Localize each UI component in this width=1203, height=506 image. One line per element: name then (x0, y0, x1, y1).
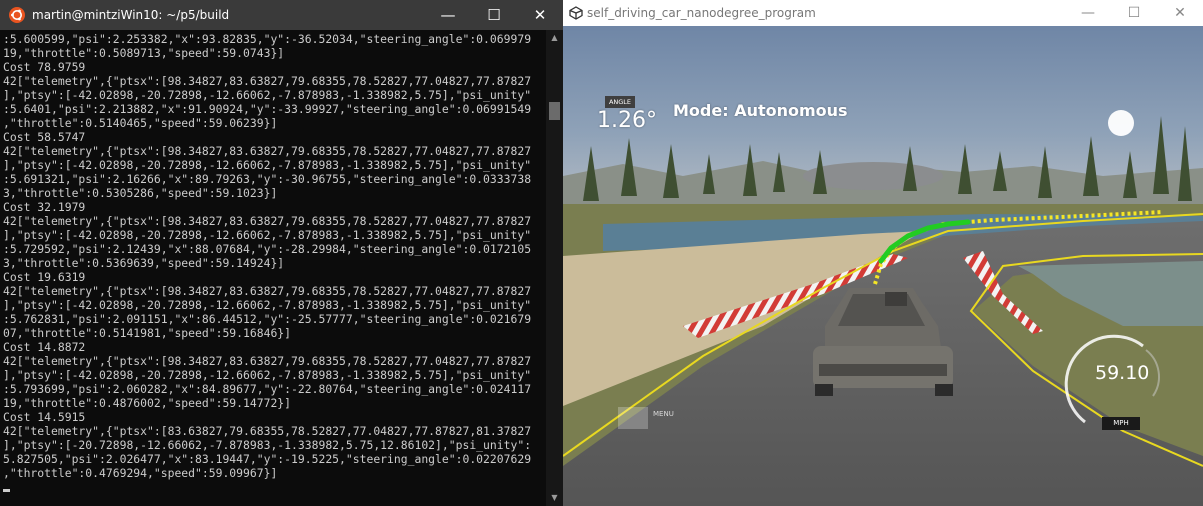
terminal-line: 3,"throttle":0.5369639,"speed":59.14924}… (3, 256, 285, 270)
terminal-cursor (3, 489, 10, 492)
terminal-line: 19,"throttle":0.5089713,"speed":59.0743}… (3, 46, 285, 60)
terminal-output[interactable]: :5.600599,"psi":2.253382,"x":93.82835,"y… (0, 30, 546, 506)
unity-icon (569, 6, 583, 20)
terminal-titlebar[interactable]: martin@mintziWin10: ~/p5/build — ☐ ✕ (0, 0, 563, 30)
driving-scene (563, 26, 1203, 506)
terminal-line: ,"throttle":0.4769294,"speed":59.09967}] (3, 466, 278, 480)
terminal-line: Cost 19.6319 (3, 270, 86, 284)
terminal-title: martin@mintziWin10: ~/p5/build (32, 8, 230, 22)
terminal-line: :5.600599,"psi":2.253382,"x":93.82835,"y… (3, 32, 532, 46)
simulator-viewport[interactable]: ANGLE 1.26° Mode: Autonomous 59.10 MPH M… (563, 26, 1203, 506)
sun (1108, 110, 1134, 136)
maximize-button[interactable]: ☐ (471, 0, 517, 30)
terminal-line: Cost 78.9759 (3, 60, 86, 74)
terminal-line: 3,"throttle":0.5305286,"speed":59.1023}] (3, 186, 278, 200)
menu-button[interactable] (618, 407, 648, 429)
scrollbar-thumb[interactable] (549, 102, 560, 120)
terminal-scrollbar[interactable]: ▲ ▼ (546, 30, 563, 506)
terminal-line: 42["telemetry",{"ptsx":[98.34827,83.6382… (3, 74, 532, 88)
terminal-line: 42["telemetry",{"ptsx":[83.63827,79.6835… (3, 424, 532, 438)
simulator-window[interactable]: self_driving_car_nanodegree_program — ☐ … (563, 0, 1203, 506)
sim-close-button[interactable]: ✕ (1157, 0, 1203, 26)
terminal-line: :5.762831,"psi":2.091151,"x":86.44512,"y… (3, 312, 532, 326)
scroll-down-arrow-icon[interactable]: ▼ (546, 490, 563, 506)
terminal-line: 42["telemetry",{"ptsx":[98.34827,83.6382… (3, 144, 532, 158)
terminal-line: :5.691321,"psi":2.16266,"x":89.79263,"y"… (3, 172, 532, 186)
mode-indicator: Mode: Autonomous (673, 101, 848, 120)
terminal-line: :5.729592,"psi":2.12439,"x":88.07684,"y"… (3, 242, 532, 256)
scroll-up-arrow-icon[interactable]: ▲ (546, 30, 563, 46)
terminal-line: ],"ptsy":[-42.02898,-20.72898,-12.66062,… (3, 298, 532, 312)
simulator-title: self_driving_car_nanodegree_program (587, 6, 816, 20)
minimize-button[interactable]: — (425, 0, 471, 30)
menu-label: MENU (653, 410, 674, 418)
terminal-line: 5.827505,"psi":2.026477,"x":83.19447,"y"… (3, 452, 532, 466)
terminal-line: ],"ptsy":[-42.02898,-20.72898,-12.66062,… (3, 368, 532, 382)
close-button[interactable]: ✕ (517, 0, 563, 30)
terminal-line: Cost 14.5915 (3, 410, 86, 424)
terminal-line: ],"ptsy":[-20.72898,-12.66062,-7.878983,… (3, 438, 532, 452)
terminal-line: :5.793699,"psi":2.060282,"x":84.89677,"y… (3, 382, 532, 396)
speed-unit: MPH (1102, 417, 1140, 430)
terminal-line: 42["telemetry",{"ptsx":[98.34827,83.6382… (3, 284, 532, 298)
terminal-line: ],"ptsy":[-42.02898,-20.72898,-12.66062,… (3, 158, 532, 172)
terminal-line: 19,"throttle":0.4876002,"speed":59.14772… (3, 396, 292, 410)
terminal-window[interactable]: martin@mintziWin10: ~/p5/build — ☐ ✕ :5.… (0, 0, 563, 506)
steering-angle-value: 1.26° (597, 108, 657, 133)
simulator-titlebar[interactable]: self_driving_car_nanodegree_program — ☐ … (563, 0, 1203, 26)
terminal-line: 07,"throttle":0.5141981,"speed":59.16846… (3, 326, 292, 340)
terminal-line: 42["telemetry",{"ptsx":[98.34827,83.6382… (3, 214, 532, 228)
terminal-line: ,"throttle":0.5140465,"speed":59.06239}] (3, 116, 278, 130)
terminal-line: ],"ptsy":[-42.02898,-20.72898,-12.66062,… (3, 88, 532, 102)
terminal-line: Cost 32.1979 (3, 200, 86, 214)
terminal-line: ],"ptsy":[-42.02898,-20.72898,-12.66062,… (3, 228, 532, 242)
terminal-line: 42["telemetry",{"ptsx":[98.34827,83.6382… (3, 354, 532, 368)
speed-value: 59.10 (1095, 362, 1150, 384)
terminal-line: Cost 58.5747 (3, 130, 86, 144)
terminal-line: Cost 14.8872 (3, 340, 86, 354)
terminal-line: :5.6401,"psi":2.213882,"x":91.90924,"y":… (3, 102, 532, 116)
angle-label: ANGLE (605, 96, 635, 108)
sim-minimize-button[interactable]: — (1065, 0, 1111, 26)
ubuntu-icon (9, 7, 25, 23)
sim-maximize-button[interactable]: ☐ (1111, 0, 1157, 26)
